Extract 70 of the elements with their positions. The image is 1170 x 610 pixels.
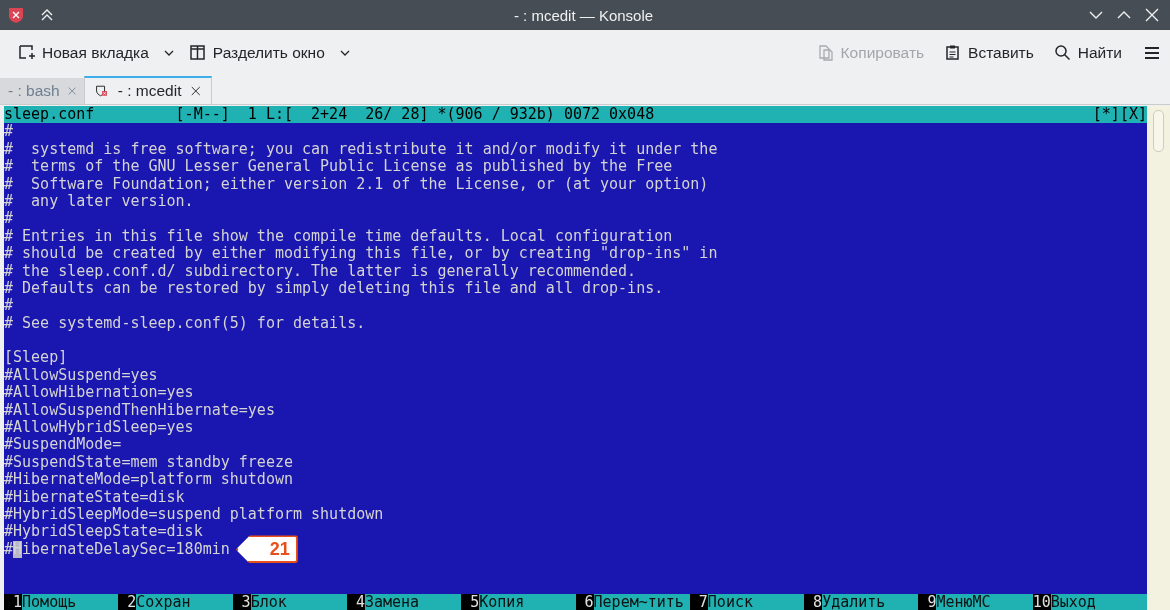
code-line: #AllowHybridSleep=yes [4,418,194,437]
code-line: #SuspendState=mem standby freeze [4,452,293,471]
code-line: #HybridSleepMode=suspend platform shutdown [4,505,384,523]
code-line: # [4,122,14,141]
search-button[interactable]: Найти [1049,39,1126,66]
code-line: #AllowHibernation=yes [4,383,194,402]
scrollbar[interactable] [1147,106,1170,610]
key-label: Копия [479,593,576,610]
code-line: #AllowSuspend=yes [4,365,158,384]
code-line: #HibernateState=disk [4,487,185,506]
key-label: Поиск [707,593,805,610]
cursor-info: [-M--] 1 L:[ 2+24 26/ 28] *(906 / 932b) 0072 0x048 [175,106,655,124]
window-control[interactable]: [X] [1119,106,1147,124]
close-icon[interactable] [191,85,201,97]
key-number: 9 [918,593,937,610]
keep-above-icon[interactable] [39,7,55,23]
code-line: # See systemd-sleep.conf(5) for details. [4,313,366,332]
callout-badge: 21 [235,535,298,564]
close-icon[interactable] [7,6,25,24]
tab-label: - : mcedit [117,82,182,100]
window-title: - : mcedit — Konsole [513,6,654,24]
function-key[interactable]: 3Блок [232,593,347,610]
new-tab-icon [18,43,36,62]
split-button[interactable]: Разделить окно [184,39,355,66]
function-key[interactable]: 2Сохран [118,593,233,610]
code-line: # Defaults can be restored by simply deleting this file and all drop-ins. [4,278,664,297]
window-control[interactable]: [*] [1092,106,1120,124]
function-key[interactable]: 8Удалить [804,593,919,610]
code-line: # Entries in this file show the compile time defaults. Local configuration [4,226,673,245]
code-line: #SuspendMode= [4,435,122,454]
tab[interactable]: - : mcedit [84,76,212,104]
key-number: 5 [461,593,480,610]
split-view-icon [188,43,207,62]
code-line: #HybridSleepState=disk [4,522,203,541]
function-key[interactable]: 10Выход [1032,593,1147,610]
function-key[interactable]: 7Поиск [689,593,805,610]
code-line: # systemd is free software; you can redistribute it and/or modify it under the [4,139,718,158]
menu-icon[interactable] [1144,44,1160,61]
key-label: Помощь [22,593,119,610]
code-line: # [4,209,14,228]
key-label: Выход [1050,593,1147,610]
function-key[interactable]: 5Копия [461,593,576,610]
code-line: [Sleep] [4,348,68,367]
key-label: Перем~тить [593,593,690,610]
code-line: # Software Foundation; either version 2.1 of the License, or (at your option) [4,174,709,193]
code-line: # the sleep.conf.d/ subdirectory. The latter is generally recommended. [4,261,637,280]
search-icon [1053,43,1072,62]
shield-icon [95,83,108,99]
function-key[interactable]: 1Помощь [4,593,119,610]
code-line: # any later version. [4,191,194,210]
paste-button[interactable]: Вставить [940,39,1038,66]
code-line: #HibernateMode=platform shutdown [4,470,293,489]
new-tab-button[interactable]: Новая вкладка [14,39,179,66]
code-line: # should be created by either modifying this file, or by creating "drop-ins" in [4,244,718,263]
function-key[interactable]: 9МенюМС [918,593,1033,610]
key-label: МенюМС [936,593,1033,610]
scrollbar-thumb[interactable] [1153,110,1164,152]
tab-label: - : bash [8,82,60,100]
code-line: #AllowSuspendThenHibernate=yes [4,400,275,419]
copy-icon [816,43,835,62]
code-line: # terms of the GNU Lesser General Public License as published by the Free [4,157,673,176]
key-number: 2 [118,593,137,610]
key-number: 1 [4,593,23,610]
code-line: # [4,296,14,315]
key-label: Удалить [822,593,919,610]
function-key[interactable]: 6Перем~тить [575,593,690,610]
key-label: Блок [250,593,347,610]
key-label: Сохран [136,593,233,610]
key-number: 8 [804,593,823,610]
file-name: sleep.conf [4,106,96,124]
